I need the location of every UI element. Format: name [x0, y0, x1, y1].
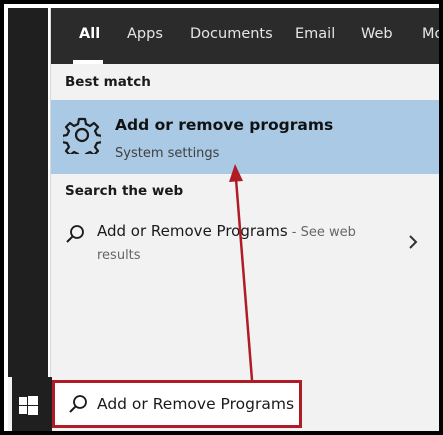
best-match-heading: Best match	[65, 74, 151, 90]
web-result-suffix: - See web	[287, 225, 356, 240]
screenshot-frame: All Apps Documents Email Web Mo Best mat…	[0, 0, 443, 435]
best-match-subtitle: System settings	[115, 146, 220, 161]
tab-apps[interactable]: Apps	[127, 8, 163, 64]
web-search-result[interactable]: Add or Remove Programs - See web results	[51, 212, 439, 268]
tab-documents[interactable]: Documents	[190, 8, 273, 64]
windows-icon[interactable]	[12, 377, 52, 435]
best-match-title: Add or remove programs	[115, 116, 334, 134]
chevron-right-icon[interactable]	[407, 234, 419, 250]
taskbar-left-strip	[8, 8, 48, 377]
active-tab-indicator	[73, 60, 103, 64]
gear-icon	[63, 117, 101, 154]
tab-more[interactable]: Mo	[422, 8, 439, 64]
taskbar-search-box[interactable]: Add or Remove Programs	[52, 380, 302, 428]
search-web-heading: Search the web	[65, 183, 184, 199]
web-result-subtext: results	[97, 248, 141, 263]
tab-web[interactable]: Web	[361, 8, 393, 64]
search-tab-bar: All Apps Documents Email Web Mo	[51, 8, 439, 64]
search-icon	[66, 225, 84, 243]
tab-all[interactable]: All	[79, 8, 100, 64]
search-results-panel: All Apps Documents Email Web Mo Best mat…	[50, 8, 439, 377]
web-result-title: Add or Remove Programs - See web	[97, 222, 356, 240]
search-icon	[69, 395, 87, 413]
search-input[interactable]: Add or Remove Programs	[97, 395, 294, 413]
best-match-result[interactable]: Add or remove programs System settings	[51, 100, 439, 174]
web-result-query: Add or Remove Programs	[97, 222, 288, 240]
taskbar: Add or Remove Programs	[8, 377, 439, 435]
tab-email[interactable]: Email	[295, 8, 335, 64]
